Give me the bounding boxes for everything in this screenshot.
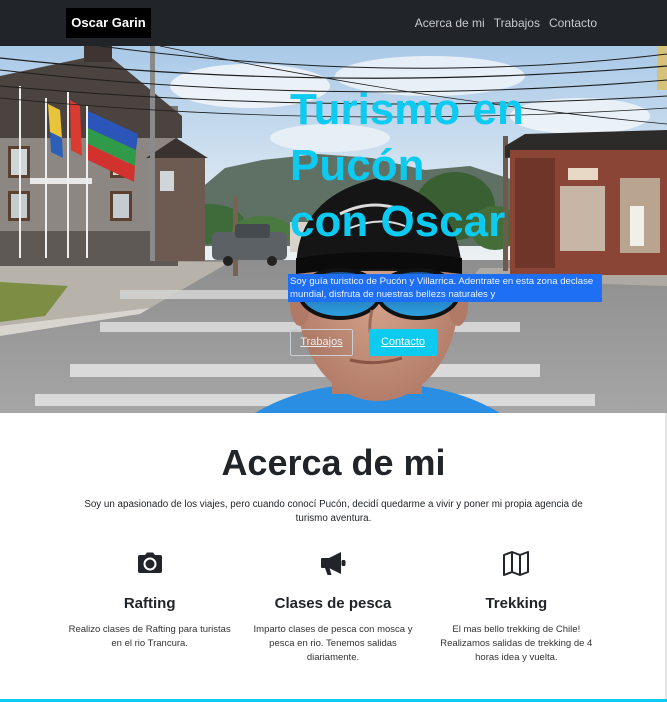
feature-title: Trekking	[485, 595, 548, 612]
feature-text: El mas bello trekking de Chile! Realizam…	[440, 624, 593, 663]
nav-item-trabajos: Trabajos	[494, 15, 540, 31]
hero-description: Soy guía turistico de Pucón y Villarrica…	[288, 274, 602, 302]
hero-title-line: con Oscar	[290, 197, 506, 246]
map-icon	[503, 551, 530, 576]
navbar: Oscar Garin Acerca de mi Trabajos Contac…	[0, 0, 667, 46]
nav-link-trabajos[interactable]: Trabajos	[494, 15, 540, 31]
about-description: Soy un apasionado de los viajes, pero cu…	[84, 499, 583, 524]
hero-title: Turismo en Pucón con Oscar	[290, 82, 524, 250]
nav-link-contacto[interactable]: Contacto	[549, 15, 597, 31]
nav-links: Acerca de mi Trabajos Contacto	[415, 15, 597, 31]
bullhorn-icon	[320, 552, 346, 575]
hero-title-line: Turismo en	[290, 85, 524, 134]
feature-title: Clases de pesca	[274, 595, 392, 612]
nav-item-acerca: Acerca de mi	[415, 15, 485, 31]
camera-icon	[137, 552, 162, 573]
feature-rafting: Rafting Realizo clases de Rafting para t…	[58, 549, 241, 665]
feature-text: Imparto clases de pesca con mosca y pesc…	[253, 624, 413, 663]
feature-trekking: Trekking El mas bello trekking de Chile!…	[425, 549, 608, 665]
nav-link-acerca[interactable]: Acerca de mi	[415, 15, 485, 31]
features-row: Rafting Realizo clases de Rafting para t…	[58, 549, 608, 665]
about-heading: Acerca de mi	[221, 442, 446, 483]
nav-item-contacto: Contacto	[549, 15, 597, 31]
building-right	[505, 130, 667, 275]
navbar-brand[interactable]: Oscar Garin	[66, 8, 151, 38]
hero-section: Turismo en Pucón con Oscar Soy guía turi…	[0, 46, 667, 413]
trabajos-button[interactable]: Trabajos	[290, 329, 353, 356]
hero-title-line: Pucón	[290, 141, 425, 190]
feature-text: Realizo clases de Rafting para turistas …	[68, 624, 231, 649]
contacto-button[interactable]: Contacto	[369, 329, 437, 356]
feature-pesca: Clases de pesca Imparto clases de pesca …	[241, 549, 424, 665]
feature-title: Rafting	[123, 595, 176, 612]
